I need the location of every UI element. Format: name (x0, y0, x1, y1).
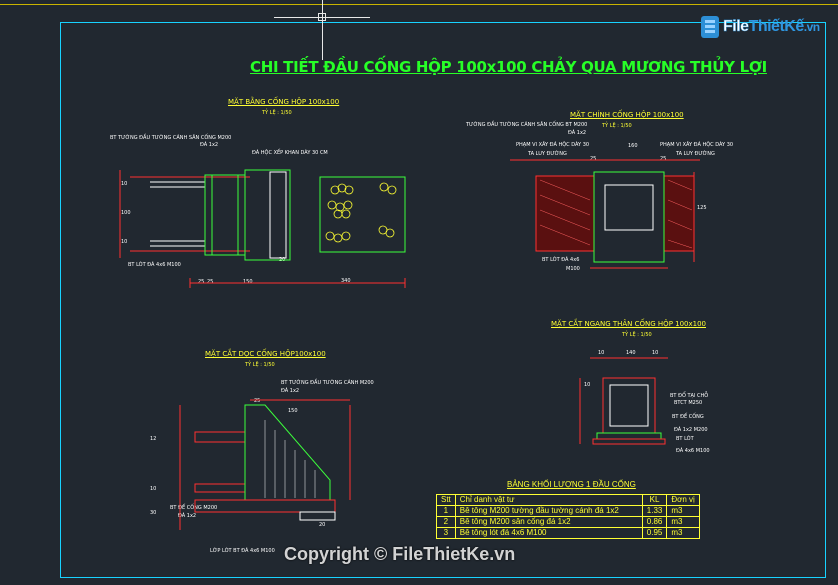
table-row: 1 Bê tông M200 tường đầu tường cánh đá 1… (436, 505, 700, 517)
cell-stt: 3 (436, 527, 456, 539)
header-kl: KL (641, 494, 668, 506)
cell-material: Bê tông lót đá 4x6 M100 (454, 527, 643, 539)
cell-material: Bê tông M200 sân cống đá 1x2 (454, 516, 643, 528)
cell-kl: 1.33 (641, 505, 668, 517)
quantity-table: Stt Chỉ danh vật tư KL Đơn vị 1 Bê tông … (436, 494, 700, 539)
cell-unit: m3 (666, 516, 700, 528)
cad-drawing-layer (119, 159, 700, 530)
cell-stt: 1 (436, 505, 456, 517)
cross-section-drawing (579, 357, 668, 445)
plan-stone-pattern (325, 182, 397, 243)
quantity-table-title: BẢNG KHỐI LƯỢNG 1 ĐẦU CỐNG (507, 480, 636, 489)
cell-unit: m3 (666, 527, 700, 539)
cell-unit: m3 (666, 505, 700, 517)
header-stt: Stt (436, 494, 456, 506)
plan-view-drawing (119, 169, 406, 288)
cell-material: Bê tông M200 tường đầu tường cánh đá 1x2 (454, 505, 643, 517)
header-material: Chỉ danh vật tư (454, 494, 643, 506)
cell-kl: 0.95 (641, 527, 668, 539)
copyright-watermark: Copyright © FileThietKe.vn (284, 544, 516, 564)
elevation-view-drawing (510, 159, 700, 269)
table-header-row: Stt Chỉ danh vật tư KL Đơn vị (436, 494, 700, 506)
header-unit: Đơn vị (666, 494, 700, 506)
table-row: 3 Bê tông lót đá 4x6 M100 0.95 m3 (436, 527, 700, 539)
cell-stt: 2 (436, 516, 456, 528)
table-row: 2 Bê tông M200 sân cống đá 1x2 0.86 m3 (436, 516, 700, 528)
long-section-hatch (264, 420, 316, 498)
cell-kl: 0.86 (641, 516, 668, 528)
